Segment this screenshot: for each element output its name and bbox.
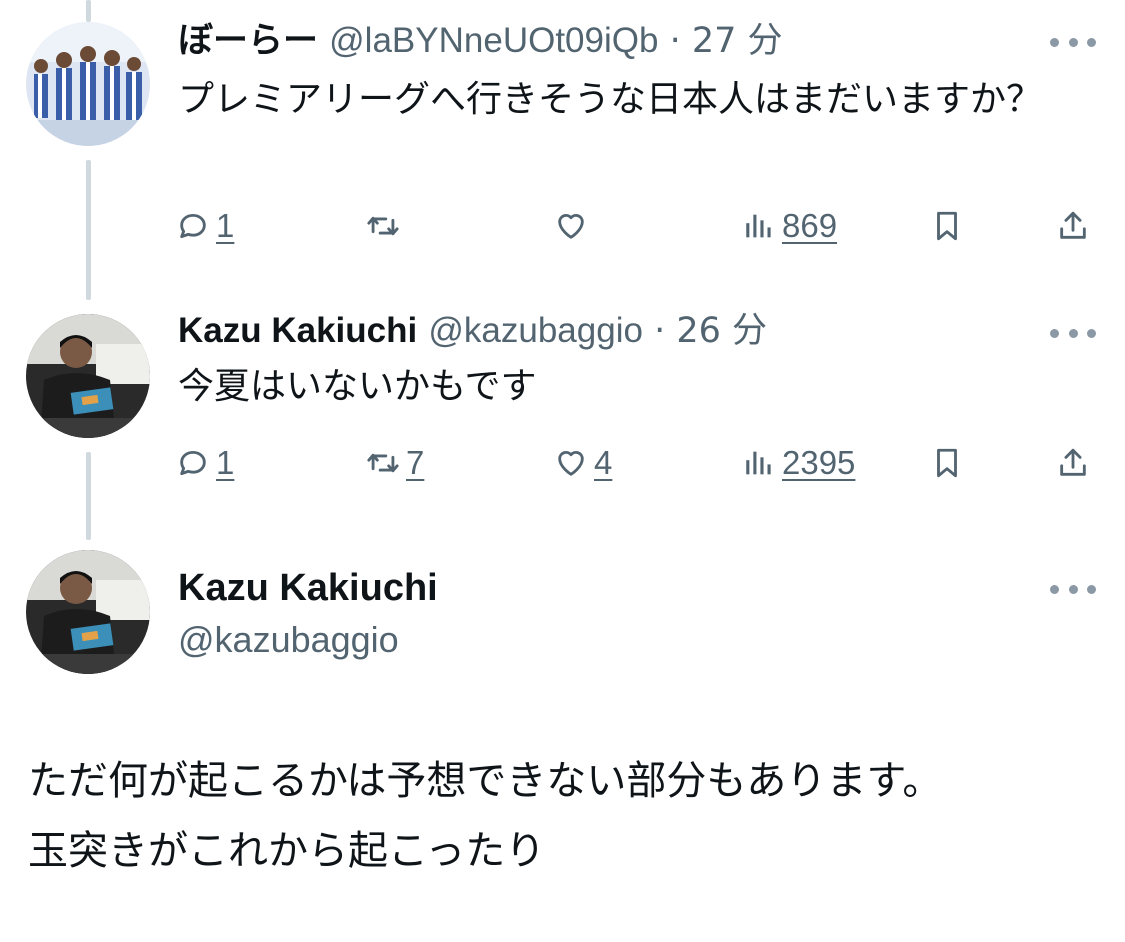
- bookmark-icon: [937, 211, 957, 241]
- avatar[interactable]: [26, 22, 150, 146]
- thread-line: [86, 160, 91, 300]
- separator-dot: ·: [669, 21, 681, 61]
- views-icon: [746, 451, 771, 475]
- avatar[interactable]: [26, 314, 150, 438]
- display-name[interactable]: ぼーらー: [178, 21, 318, 60]
- view-count: 869: [782, 207, 838, 244]
- more-icon[interactable]: [1050, 581, 1096, 597]
- action-bar: 1 869: [176, 204, 1096, 248]
- reply-header: ぼーらー @laBYNneUOt09iQb · 27 分: [178, 17, 783, 65]
- display-name[interactable]: Kazu Kakiuchi: [178, 311, 417, 350]
- more-icon[interactable]: [1050, 325, 1096, 341]
- tweet-text-line: 玉突きがこれから起こったり: [28, 828, 546, 874]
- reply-button[interactable]: 1: [176, 441, 234, 485]
- tweet-text-line: ただ何が起こるかは予想できない部分もあります。: [28, 758, 943, 804]
- share-button[interactable]: [1056, 441, 1090, 485]
- user-handle[interactable]: @kazubaggio: [428, 311, 643, 350]
- retweet-button[interactable]: 7: [366, 441, 424, 485]
- timestamp[interactable]: 26 分: [676, 311, 767, 351]
- thread-line: [86, 452, 91, 540]
- like-icon: [558, 451, 584, 476]
- action-bar: 1 7 4 2395: [176, 441, 1096, 485]
- avatar[interactable]: [26, 550, 150, 674]
- user-handle[interactable]: @kazubaggio: [178, 617, 399, 663]
- display-name[interactable]: Kazu Kakiuchi: [178, 565, 438, 611]
- share-icon: [1060, 448, 1086, 476]
- retweet-icon: [367, 216, 399, 236]
- like-icon: [558, 214, 584, 239]
- reply-count: 1: [216, 207, 235, 244]
- views-icon: [746, 214, 771, 238]
- like-button[interactable]: [554, 204, 594, 248]
- bookmark-button[interactable]: [930, 204, 964, 248]
- timestamp[interactable]: 27 分: [692, 21, 783, 61]
- retweet-count: 7: [406, 444, 425, 481]
- thread-line: [86, 0, 91, 22]
- more-icon[interactable]: [1050, 34, 1096, 50]
- reply-count: 1: [216, 444, 235, 481]
- user-handle[interactable]: @laBYNneUOt09iQb: [329, 21, 658, 60]
- retweet-icon: [367, 453, 399, 473]
- reply-icon: [180, 450, 206, 476]
- bookmark-icon: [937, 448, 957, 478]
- like-count: 4: [594, 444, 613, 481]
- tweet-text: ただ何が起こるかは予想できない部分もあります。 玉突きがこれから起こったり: [28, 746, 1108, 886]
- share-button[interactable]: [1056, 204, 1090, 248]
- tweet-text: プレミアリーグへ行きそうな日本人はまだいますか？: [178, 79, 1043, 120]
- retweet-button[interactable]: [366, 204, 406, 248]
- reply-header: Kazu Kakiuchi @kazubaggio · 26 分: [178, 307, 767, 355]
- view-count: 2395: [782, 444, 856, 481]
- views-button[interactable]: 2395: [742, 441, 855, 485]
- views-button[interactable]: 869: [742, 204, 837, 248]
- tweet-text: 今夏はいないかもです: [178, 366, 537, 407]
- bookmark-button[interactable]: [930, 441, 964, 485]
- like-button[interactable]: 4: [554, 441, 612, 485]
- reply-button[interactable]: 1: [176, 204, 234, 248]
- reply-icon: [180, 213, 206, 239]
- share-icon: [1060, 211, 1086, 239]
- separator-dot: ·: [654, 311, 666, 351]
